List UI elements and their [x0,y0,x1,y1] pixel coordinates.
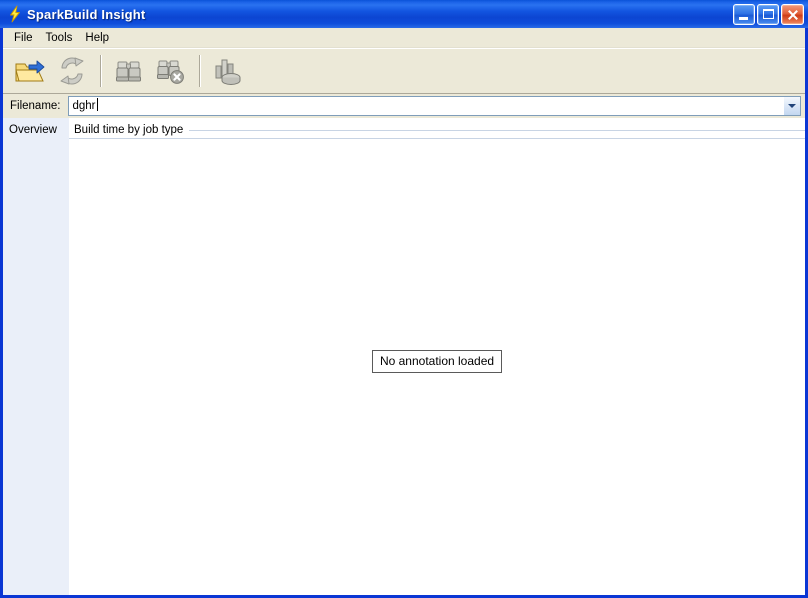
refresh-icon [60,57,84,85]
binoculars-cancel-icon [157,60,184,84]
filename-input[interactable]: dghr [69,97,784,115]
open-folder-icon [15,60,45,82]
menu-item-file[interactable]: File [8,29,40,47]
text-caret [96,98,98,111]
filename-dropdown-button[interactable] [783,97,800,115]
window-title: SparkBuild Insight [27,6,146,22]
clear-find-button[interactable] [150,51,192,91]
filename-label: Filename: [10,100,61,112]
empty-state: No annotation loaded [69,118,805,595]
menu-bar: File Tools Help [3,28,805,48]
filename-row: Filename: dghr [3,94,805,118]
title-bar[interactable]: SparkBuild Insight [0,0,808,28]
find-button[interactable] [108,51,150,91]
close-icon [788,9,798,20]
filename-value: dghr [72,100,96,112]
main-body: Overview Build time by job type No annot… [3,118,805,595]
chart-database-icon [215,59,241,85]
filename-combobox[interactable]: dghr [67,96,801,116]
no-annotation-message: No annotation loaded [371,350,503,373]
menu-item-help[interactable]: Help [79,29,116,47]
toolbar-separator-2 [199,55,200,87]
statistics-button[interactable] [207,51,249,91]
binoculars-icon [116,61,141,82]
close-button[interactable] [781,3,804,25]
maximize-button[interactable] [757,3,779,25]
menu-item-tools[interactable]: Tools [40,29,80,47]
maximize-icon [763,8,774,19]
toolbar [3,48,805,94]
chevron-down-icon [788,104,796,108]
overview-sidebar[interactable]: Overview [3,118,69,595]
minimize-icon [739,16,748,20]
lightning-bolt-icon [6,5,24,23]
client-area: File Tools Help Filename: dghr Overview … [3,28,805,595]
refresh-button[interactable] [51,51,93,91]
application-window: SparkBuild Insight File Tools Help Filen… [0,0,808,598]
toolbar-separator-1 [100,55,101,87]
open-file-button[interactable] [9,51,51,91]
minimize-button[interactable] [733,3,755,25]
caption-buttons [733,3,804,25]
sidebar-label-overview: Overview [9,124,57,136]
content-area: Build time by job type No annotation loa… [69,118,805,595]
